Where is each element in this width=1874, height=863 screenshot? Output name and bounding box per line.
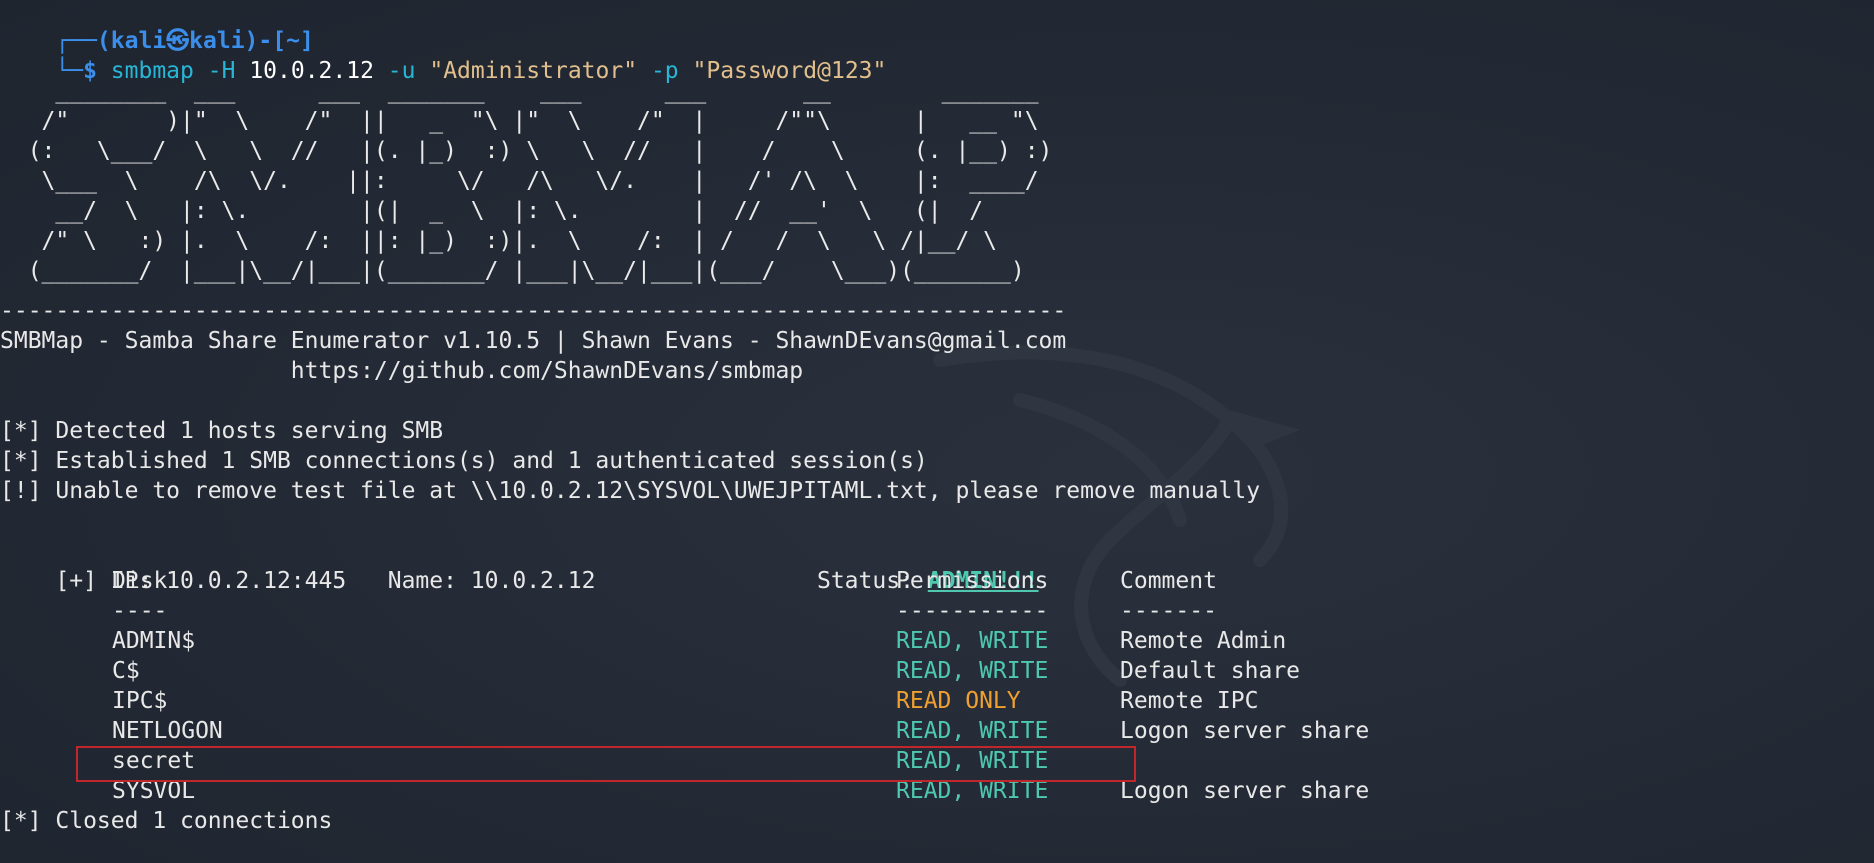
share-disk: C$: [112, 658, 140, 684]
underline-disk: ----: [112, 598, 168, 624]
share-comment: Logon server share: [1120, 718, 1370, 744]
header-disk: Disk: [112, 568, 168, 594]
share-permissions: READ ONLY: [896, 688, 1021, 714]
share-disk: IPC$: [112, 688, 168, 714]
banner-url: https://github.com/ShawnDEvans/smbmap: [0, 358, 804, 384]
message-detected: [*] Detected 1 hosts serving SMB: [0, 418, 444, 444]
share-permissions: READ, WRITE: [896, 658, 1049, 684]
share-comment: Default share: [1120, 658, 1301, 684]
command-line[interactable]: └─$ smbmap -H 10.0.2.12 -u "Administrato…: [0, 26, 886, 84]
prompt-header: ┌──(kali㉿kali)-[~]: [0, 0, 313, 54]
share-comment: Remote IPC: [1120, 688, 1259, 714]
terminal-window[interactable]: ┌──(kali㉿kali)-[~] └─$ smbmap -H 10.0.2.…: [0, 0, 1874, 863]
message-established: [*] Established 1 SMB connections(s) and…: [0, 448, 928, 474]
host-info-prefix: [+] IP: 10.0.2.12:445 Name: 10.0.2.12 St…: [55, 568, 928, 594]
message-warning: [!] Unable to remove test file at \\10.0…: [0, 478, 1261, 504]
message-closed: [*] Closed 1 connections: [0, 808, 333, 834]
share-permissions: READ, WRITE: [896, 628, 1049, 654]
share-comment: Logon server share: [1120, 778, 1370, 804]
share-comment: Remote Admin: [1120, 628, 1287, 654]
banner-separator: ----------------------------------------…: [0, 298, 1067, 324]
header-comment: Comment: [1120, 568, 1217, 594]
share-disk: ADMIN$: [112, 628, 196, 654]
share-permissions: READ, WRITE: [896, 718, 1049, 744]
secret-share-highlight: [76, 746, 1136, 782]
header-permissions: Permissions: [896, 568, 1049, 594]
underline-permissions: -----------: [896, 598, 1049, 624]
share-disk: NETLOGON: [112, 718, 223, 744]
banner-title: SMBMap - Samba Share Enumerator v1.10.5 …: [0, 328, 1067, 354]
host-info-line: [+] IP: 10.0.2.12:445 Name: 10.0.2.12 St…: [0, 536, 1038, 594]
underline-comment: -------: [1120, 598, 1217, 624]
smbmap-ascii-banner: ________ ___ ___ _______ ___ ___ __ ____…: [27, 78, 1053, 284]
